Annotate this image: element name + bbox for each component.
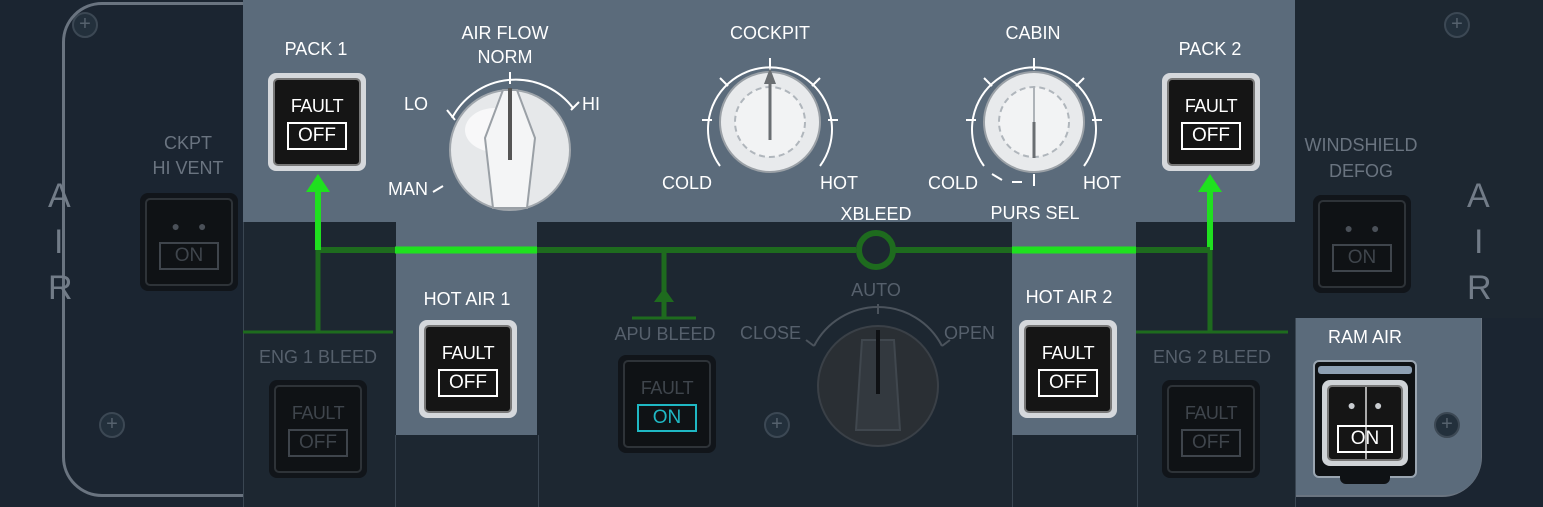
side-label-right-i: I [1474,223,1484,261]
apu-bleed-state: ON [637,404,697,432]
screw-icon: + [1434,412,1460,438]
pack1-fault: FAULT [290,96,344,116]
side-label-right-r: R [1467,269,1492,307]
ram-air-guard-latch [1340,468,1390,484]
xbleed-selector-knob[interactable] [800,300,956,450]
cabin-label: CABIN [1005,23,1061,43]
eng2-bleed-fault: FAULT [1184,403,1238,423]
xbleed-close-label: CLOSE [740,323,802,343]
pack2-state: OFF [1181,122,1241,150]
indicator-dots: ●● [171,218,225,234]
hot-air2-fault: FAULT [1041,343,1095,363]
eng2-bleed-state: OFF [1181,429,1241,457]
windshield-defog-label-1: WINDSHIELD [1304,135,1418,155]
screw-icon: + [1444,12,1470,38]
hot-air2-button[interactable]: FAULT OFF [1019,320,1117,418]
screw-icon: + [764,412,790,438]
ckpt-hi-vent-label-1: CKPT [163,133,212,153]
pack1-state: OFF [287,122,347,150]
eng1-bleed-label: ENG 1 BLEED [258,347,378,367]
windshield-defog-button[interactable]: ●● ON [1313,195,1411,293]
apu-bleed-fault: FAULT [640,378,694,398]
windshield-defog-label-2: DEFOG [1328,161,1393,181]
pack1-button[interactable]: FAULT OFF [268,73,366,171]
hot-air1-label: HOT AIR 1 [423,289,511,309]
cockpit-temp-knob[interactable] [698,56,842,182]
cabin-temp-knob[interactable] [962,56,1106,190]
air-flow-man-label: MAN [388,179,428,199]
purs-sel-label: PURS SEL [990,203,1080,223]
ram-air-state: ON [1337,425,1393,453]
air-conditioning-panel: A I R A I R + + + + + CKPT HI VENT ●● ON … [0,0,1543,507]
eng1-bleed-button[interactable]: FAULT OFF [269,380,367,478]
pack2-button[interactable]: FAULT OFF [1162,73,1260,171]
eng1-bleed-fault: FAULT [291,403,345,423]
hot-air2-state: OFF [1038,369,1098,397]
hot-air1-fault: FAULT [441,343,495,363]
apu-bleed-button[interactable]: FAULT ON [618,355,716,453]
ram-air-guard-hinge [1318,366,1412,374]
ckpt-hi-vent-state: ON [159,242,219,270]
pack1-label: PACK 1 [284,39,348,59]
pack2-fault: FAULT [1184,96,1238,116]
air-flow-selector-knob[interactable] [425,68,595,218]
xbleed-auto-label: AUTO [851,280,901,300]
side-label-left-r: R [48,269,73,307]
hot-air1-state: OFF [438,369,498,397]
hot-air2-label: HOT AIR 2 [1025,287,1113,307]
ckpt-hi-vent-button[interactable]: ●● ON [140,193,238,291]
eng1-bleed-state: OFF [288,429,348,457]
xbleed-label: XBLEED [840,204,912,224]
ram-air-button[interactable]: ●● ON [1322,380,1408,466]
ram-air-label: RAM AIR [1327,327,1402,347]
screw-icon: + [99,412,125,438]
ckpt-hi-vent-label-2: HI VENT [152,158,224,178]
cockpit-label: COCKPIT [729,23,810,43]
side-label-right-a: A [1467,177,1490,215]
apu-bleed-label: APU BLEED [614,324,716,344]
air-flow-norm-label: NORM [477,47,533,67]
air-flow-label: AIR FLOW [461,23,549,43]
side-label-left-i: I [54,223,64,261]
eng2-bleed-label: ENG 2 BLEED [1152,347,1272,367]
screw-icon: + [72,12,98,38]
windshield-defog-state: ON [1332,244,1392,272]
pack2-label: PACK 2 [1178,39,1242,59]
eng2-bleed-button[interactable]: FAULT OFF [1162,380,1260,478]
hot-air1-button[interactable]: FAULT OFF [419,320,517,418]
side-label-left-a: A [48,177,71,215]
indicator-dots: ●● [1344,220,1398,236]
